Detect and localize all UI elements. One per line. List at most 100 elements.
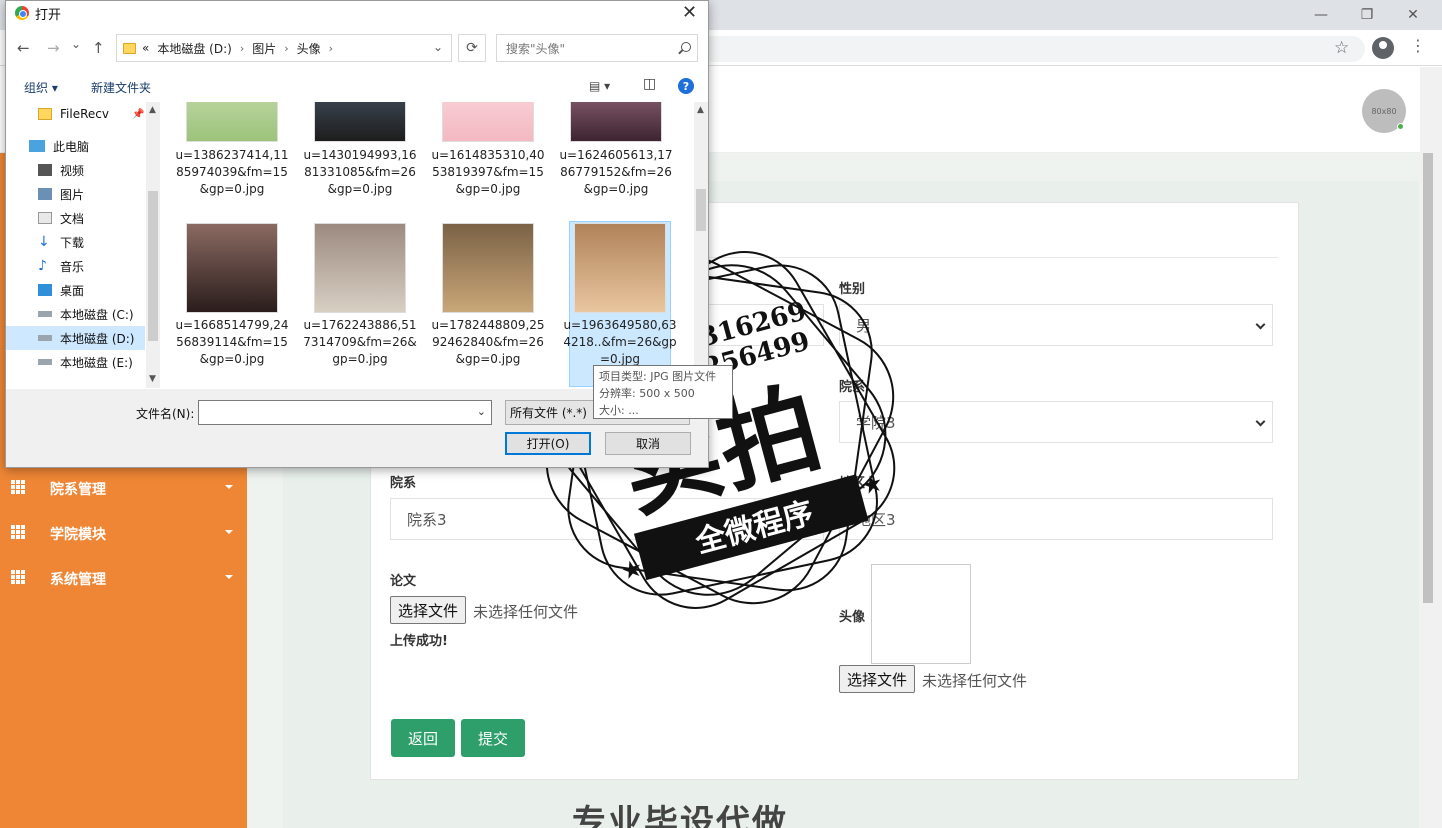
nav-item-downloads[interactable]: ↓ 下载 — [38, 230, 84, 254]
region-input[interactable]: 地区3 — [839, 498, 1273, 540]
open-button[interactable]: 打开(O) — [505, 432, 591, 455]
avatar-file-status: 未选择任何文件 — [922, 672, 1028, 690]
folder-icon — [123, 42, 136, 54]
forward-arrow-icon[interactable]: → — [47, 39, 60, 57]
gender-select[interactable]: 男 — [839, 304, 1273, 346]
sidebar-item-college[interactable]: 院系管理 — [0, 467, 247, 511]
file-name[interactable]: u=1762243886,517314709&fm=26&gp=0.jpg — [300, 317, 420, 368]
online-status-dot — [1397, 123, 1404, 130]
caret-down-icon — [225, 575, 233, 579]
breadcrumb[interactable]: « 本地磁盘 (D:) › 图片 › 头像 › ⌄ — [116, 34, 452, 62]
files-scrollbar-thumb[interactable] — [696, 189, 706, 231]
view-options-icon[interactable]: ▤ ▾ — [589, 79, 610, 93]
college-select[interactable]: 学院3 — [839, 401, 1273, 443]
back-arrow-icon[interactable]: ← — [17, 39, 30, 57]
file-name[interactable]: u=1386237414,1185974039&fm=15&gp=0.jpg — [172, 147, 292, 198]
help-icon[interactable]: ? — [678, 78, 694, 94]
address-bar[interactable] — [700, 36, 1365, 62]
sidebar-item-system[interactable]: 系统管理 — [0, 557, 247, 601]
menu-icon[interactable]: ⋮ — [1410, 36, 1426, 55]
drive-icon — [38, 311, 52, 317]
chevron-down-icon[interactable]: ⌄ — [477, 405, 486, 418]
new-folder-button[interactable]: 新建文件夹 — [91, 79, 151, 96]
nav-item-documents[interactable]: 文档 — [38, 206, 84, 230]
files-scrollbar[interactable] — [694, 102, 708, 388]
filename-input[interactable]: ⌄ — [198, 400, 492, 425]
submit-button[interactable]: 提交 — [461, 719, 525, 757]
file-name[interactable]: u=1782448809,2592462840&fm=26&gp=0.jpg — [428, 317, 548, 368]
scroll-up-icon[interactable]: ▲ — [697, 105, 704, 115]
file-thumbnail[interactable] — [186, 102, 278, 142]
college-value: 学院3 — [856, 413, 896, 432]
pictures-icon — [38, 188, 52, 200]
file-thumbnail[interactable] — [442, 223, 534, 313]
nav-item-label: 本地磁盘 (E:) — [60, 355, 133, 370]
nav-item-label: 本地磁盘 (D:) — [60, 331, 135, 346]
file-name[interactable]: u=1963649580,634218..&fm=26&gp=0.jpg — [560, 317, 680, 368]
breadcrumb-overflow[interactable]: « — [142, 41, 149, 55]
left-field-partial[interactable] — [700, 304, 824, 346]
refresh-button[interactable]: ⟳ — [458, 34, 486, 62]
breadcrumb-pictures[interactable]: 图片 — [252, 40, 276, 57]
nav-item-music[interactable]: ♪ 音乐 — [38, 254, 84, 278]
file-tooltip: 项目类型: JPG 图片文件 分辨率: 500 x 500 大小: ... — [593, 365, 733, 419]
sidebar-item-label: 学院模块 — [50, 527, 106, 543]
organize-menu[interactable]: 组织 ▾ — [24, 79, 58, 96]
breadcrumb-drive[interactable]: 本地磁盘 (D:) — [157, 40, 231, 57]
file-thumbnail[interactable] — [442, 102, 534, 142]
up-arrow-icon[interactable]: ↑ — [92, 39, 105, 57]
file-thumbnail[interactable] — [186, 223, 278, 313]
recent-dropdown-icon[interactable]: ⌄ — [71, 37, 81, 51]
drive-icon — [38, 359, 52, 365]
paper-label: 论文 — [390, 574, 417, 589]
scroll-down-icon[interactable]: ▼ — [149, 374, 156, 384]
tooltip-resolution: 分辨率: 500 x 500 — [599, 387, 695, 400]
file-thumbnail[interactable] — [570, 102, 662, 142]
file-thumbnail[interactable] — [574, 223, 666, 313]
chevron-down-icon[interactable]: ⌄ — [433, 40, 443, 54]
nav-item-drive-d[interactable]: 本地磁盘 (D:) — [38, 326, 134, 350]
breadcrumb-avatar[interactable]: 头像 — [297, 40, 321, 57]
download-icon: ↓ — [38, 234, 50, 250]
file-name[interactable]: u=1614835310,4053819397&fm=15&gp=0.jpg — [428, 147, 548, 198]
file-name[interactable]: u=1668514799,2456839114&fm=15&gp=0.jpg — [172, 317, 292, 368]
grid-icon — [11, 480, 25, 494]
page-scrollbar-thumb[interactable] — [1423, 153, 1433, 603]
file-name[interactable]: u=1624605613,1786779152&fm=26&gp=0.jpg — [556, 147, 676, 198]
chevron-down-icon — [1255, 319, 1266, 330]
back-button[interactable]: 返回 — [391, 719, 455, 757]
account-icon[interactable] — [1372, 37, 1394, 59]
nav-item-label: 下载 — [60, 235, 85, 250]
scroll-up-icon[interactable]: ▲ — [149, 105, 156, 115]
paper-file-button[interactable]: 选择文件 — [390, 596, 467, 624]
close-window-button[interactable]: ✕ — [1390, 0, 1436, 30]
music-icon: ♪ — [38, 258, 47, 274]
nav-item-drive-c[interactable]: 本地磁盘 (C:) — [38, 302, 134, 326]
bookmark-star-icon[interactable]: ☆ — [1334, 38, 1349, 58]
file-name[interactable]: u=1430194993,1681331085&fm=26&gp=0.jpg — [300, 147, 420, 198]
nav-item-this-pc[interactable]: 此电脑 — [29, 134, 89, 158]
search-input[interactable]: 搜索"头像" — [496, 34, 698, 62]
nav-item-pictures[interactable]: 图片 — [38, 182, 84, 206]
file-thumbnail[interactable] — [314, 223, 406, 313]
preview-pane-icon[interactable]: ◫ — [643, 76, 656, 92]
nav-item-desktop[interactable]: 桌面 — [38, 278, 84, 302]
minimize-button[interactable]: — — [1298, 0, 1344, 30]
dialog-close-button[interactable]: ✕ — [682, 2, 697, 23]
dialog-toolbar: 组织 ▾ 新建文件夹 ▤ ▾ ◫ — [6, 71, 708, 101]
nav-item-drive-e[interactable]: 本地磁盘 (E:) — [38, 350, 133, 374]
drive-icon — [38, 335, 52, 341]
nav-scrollbar-thumb[interactable] — [148, 191, 158, 341]
nav-item-videos[interactable]: 视频 — [38, 158, 84, 182]
avatar-file-button[interactable]: 选择文件 — [839, 665, 916, 693]
avatar-label: 头像 — [839, 610, 866, 625]
file-thumbnail[interactable] — [314, 102, 406, 142]
nav-item-filerecv[interactable]: FileRecv 📌 — [38, 102, 144, 126]
nav-item-label: FileRecv — [60, 107, 109, 121]
restore-button[interactable]: ❐ — [1344, 0, 1390, 30]
dept-input[interactable]: 院系3 — [390, 498, 824, 540]
caret-down-icon — [225, 530, 233, 534]
filename-label: 文件名(N): — [136, 407, 195, 421]
sidebar-item-school[interactable]: 学院模块 — [0, 512, 247, 556]
cancel-button[interactable]: 取消 — [605, 432, 691, 455]
